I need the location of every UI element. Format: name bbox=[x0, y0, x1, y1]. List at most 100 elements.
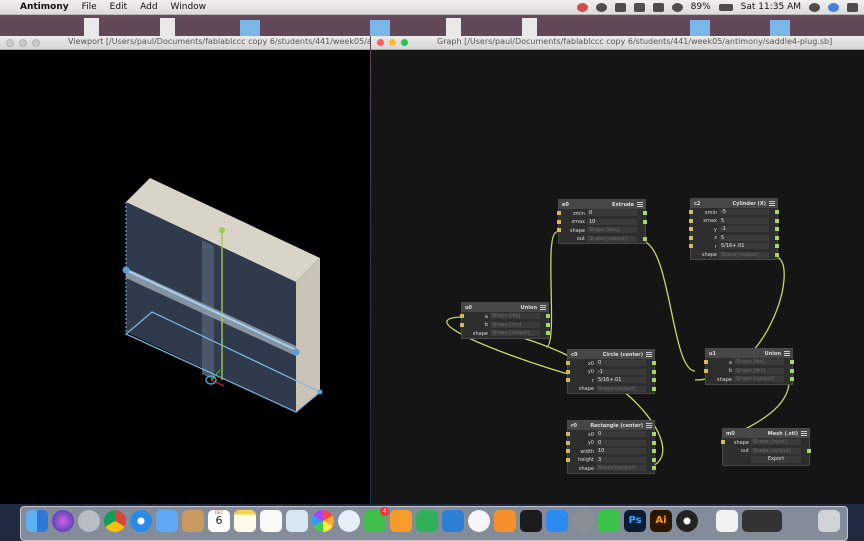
minimize-button[interactable] bbox=[389, 39, 396, 46]
close-button[interactable] bbox=[377, 39, 384, 46]
viewport-titlebar[interactable]: Viewport [/Users/paul/Documents/fablablc… bbox=[0, 36, 370, 50]
output-port[interactable] bbox=[775, 244, 779, 248]
output-port[interactable] bbox=[775, 218, 779, 223]
desktop-file-icon[interactable] bbox=[160, 18, 175, 36]
node-r0-rectangle[interactable]: r0 Rectangle (center) x0 0 y0 0 width 10 he… bbox=[566, 420, 656, 474]
node-menu-icon[interactable] bbox=[801, 431, 807, 436]
reminders-icon[interactable] bbox=[260, 510, 282, 532]
export-button[interactable]: Export bbox=[751, 456, 801, 463]
input-port[interactable] bbox=[704, 360, 708, 364]
output-port[interactable] bbox=[775, 252, 779, 257]
input-port[interactable] bbox=[566, 369, 570, 374]
preview-icon[interactable] bbox=[286, 510, 308, 532]
node-u0-union[interactable]: u0 Union a Shape [lhs] b Shape [rhs] shape… bbox=[460, 302, 550, 339]
xmin-field[interactable]: -5 bbox=[719, 209, 769, 215]
output-port[interactable] bbox=[546, 331, 550, 335]
input-port[interactable] bbox=[704, 368, 708, 373]
messages-icon[interactable] bbox=[338, 510, 360, 532]
finder-icon[interactable] bbox=[26, 510, 48, 532]
node-menu-icon[interactable] bbox=[540, 305, 546, 310]
b-field[interactable]: Shape [rhs] bbox=[734, 367, 784, 374]
app-menu[interactable]: Antimony bbox=[20, 2, 69, 12]
output-port[interactable] bbox=[790, 368, 794, 373]
input-port[interactable] bbox=[689, 210, 693, 214]
creative-cloud-icon[interactable] bbox=[576, 2, 588, 12]
output-port[interactable] bbox=[546, 314, 550, 318]
mail-icon[interactable] bbox=[156, 510, 178, 532]
antimony-icon[interactable] bbox=[676, 510, 698, 532]
input-port[interactable] bbox=[566, 361, 570, 365]
notification-center-icon[interactable] bbox=[847, 2, 858, 12]
output-port[interactable] bbox=[652, 361, 656, 365]
desktop-folder-icon[interactable] bbox=[770, 20, 790, 36]
document-icon[interactable] bbox=[716, 510, 738, 532]
desktop-file-icon[interactable] bbox=[446, 18, 461, 36]
3d-model-view[interactable] bbox=[0, 50, 370, 504]
x0-field[interactable]: 0 bbox=[596, 431, 646, 437]
pages-icon[interactable] bbox=[390, 510, 412, 532]
chrome-icon[interactable] bbox=[104, 510, 126, 532]
output-port[interactable] bbox=[775, 235, 779, 240]
y0-field[interactable]: -1 bbox=[596, 368, 646, 375]
shape-field[interactable]: Shape [input] bbox=[751, 439, 801, 445]
output-port[interactable] bbox=[652, 432, 656, 436]
desktop-folder-icon[interactable] bbox=[370, 20, 390, 36]
output-port[interactable] bbox=[652, 449, 656, 453]
photos-icon[interactable] bbox=[312, 510, 334, 532]
output-port[interactable] bbox=[790, 360, 794, 364]
node-header[interactable]: c0 Circle (center) bbox=[568, 350, 654, 359]
node-menu-icon[interactable] bbox=[646, 423, 652, 428]
output-port[interactable] bbox=[652, 378, 656, 382]
node-header[interactable]: r0 Rectangle (center) bbox=[568, 421, 654, 430]
input-port[interactable] bbox=[689, 227, 693, 231]
node-header[interactable]: e0 Extrude bbox=[559, 200, 645, 209]
clock[interactable]: Sat 11:35 AM bbox=[741, 2, 801, 12]
input-port[interactable] bbox=[721, 440, 725, 444]
terminal-icon[interactable] bbox=[520, 510, 542, 532]
input-port[interactable] bbox=[557, 219, 561, 224]
safari-icon[interactable] bbox=[130, 510, 152, 532]
input-port[interactable] bbox=[460, 314, 464, 318]
node-menu-icon[interactable] bbox=[784, 351, 790, 356]
desktop-folder-icon[interactable] bbox=[240, 20, 260, 36]
window-menu[interactable]: Window bbox=[171, 2, 207, 12]
width-field[interactable]: 10 bbox=[596, 448, 646, 454]
file-menu[interactable]: File bbox=[82, 2, 97, 12]
input-port[interactable] bbox=[689, 218, 693, 223]
node-header[interactable]: m0 Mesh (.stl) bbox=[723, 429, 809, 438]
output-port[interactable] bbox=[790, 377, 794, 381]
node-menu-icon[interactable] bbox=[646, 352, 652, 357]
photoshop-icon[interactable]: Ps bbox=[624, 510, 646, 532]
adobe-icon[interactable] bbox=[595, 2, 607, 12]
height-field[interactable]: 3 bbox=[596, 456, 646, 463]
zmax-field[interactable]: 10 bbox=[587, 218, 637, 225]
xmax-field[interactable]: 5 bbox=[719, 217, 769, 224]
calendar-icon[interactable]: DEC 6 bbox=[208, 510, 230, 532]
node-e0-extrude[interactable]: e0 Extrude zmin 0 zmax 10 shape Shape [bas]… bbox=[557, 199, 647, 244]
input-port[interactable] bbox=[557, 228, 561, 232]
siri-icon[interactable] bbox=[828, 2, 839, 12]
desktop-file-icon[interactable] bbox=[84, 18, 99, 36]
shape-field[interactable]: Shape [bas] bbox=[587, 227, 637, 233]
input-port[interactable] bbox=[460, 322, 464, 327]
launchpad-icon[interactable] bbox=[78, 510, 100, 532]
viewport-canvas[interactable] bbox=[0, 50, 370, 504]
output-port[interactable] bbox=[807, 448, 811, 453]
output-port[interactable] bbox=[652, 386, 656, 391]
volume-icon[interactable] bbox=[652, 2, 664, 12]
z-field[interactable]: 5 bbox=[719, 234, 769, 241]
input-port[interactable] bbox=[566, 440, 570, 445]
input-port[interactable] bbox=[689, 235, 693, 240]
illustrator-icon[interactable]: Ai bbox=[650, 510, 672, 532]
node-u1-union[interactable]: u1 Union a Shape [lhs] b Shape [rhs] shape… bbox=[704, 348, 794, 385]
r-field[interactable]: 5/16+.01 bbox=[719, 243, 769, 249]
y-field[interactable]: -1 bbox=[719, 226, 769, 232]
spotlight-icon[interactable] bbox=[809, 2, 820, 12]
system-preferences-icon[interactable] bbox=[572, 510, 594, 532]
ibooks-icon[interactable] bbox=[494, 510, 516, 532]
itunes-icon[interactable] bbox=[468, 510, 490, 532]
wechat-icon[interactable] bbox=[598, 510, 620, 532]
keynote-icon[interactable] bbox=[442, 510, 464, 532]
output-port[interactable] bbox=[775, 227, 779, 231]
dropbox-icon[interactable] bbox=[614, 2, 626, 12]
